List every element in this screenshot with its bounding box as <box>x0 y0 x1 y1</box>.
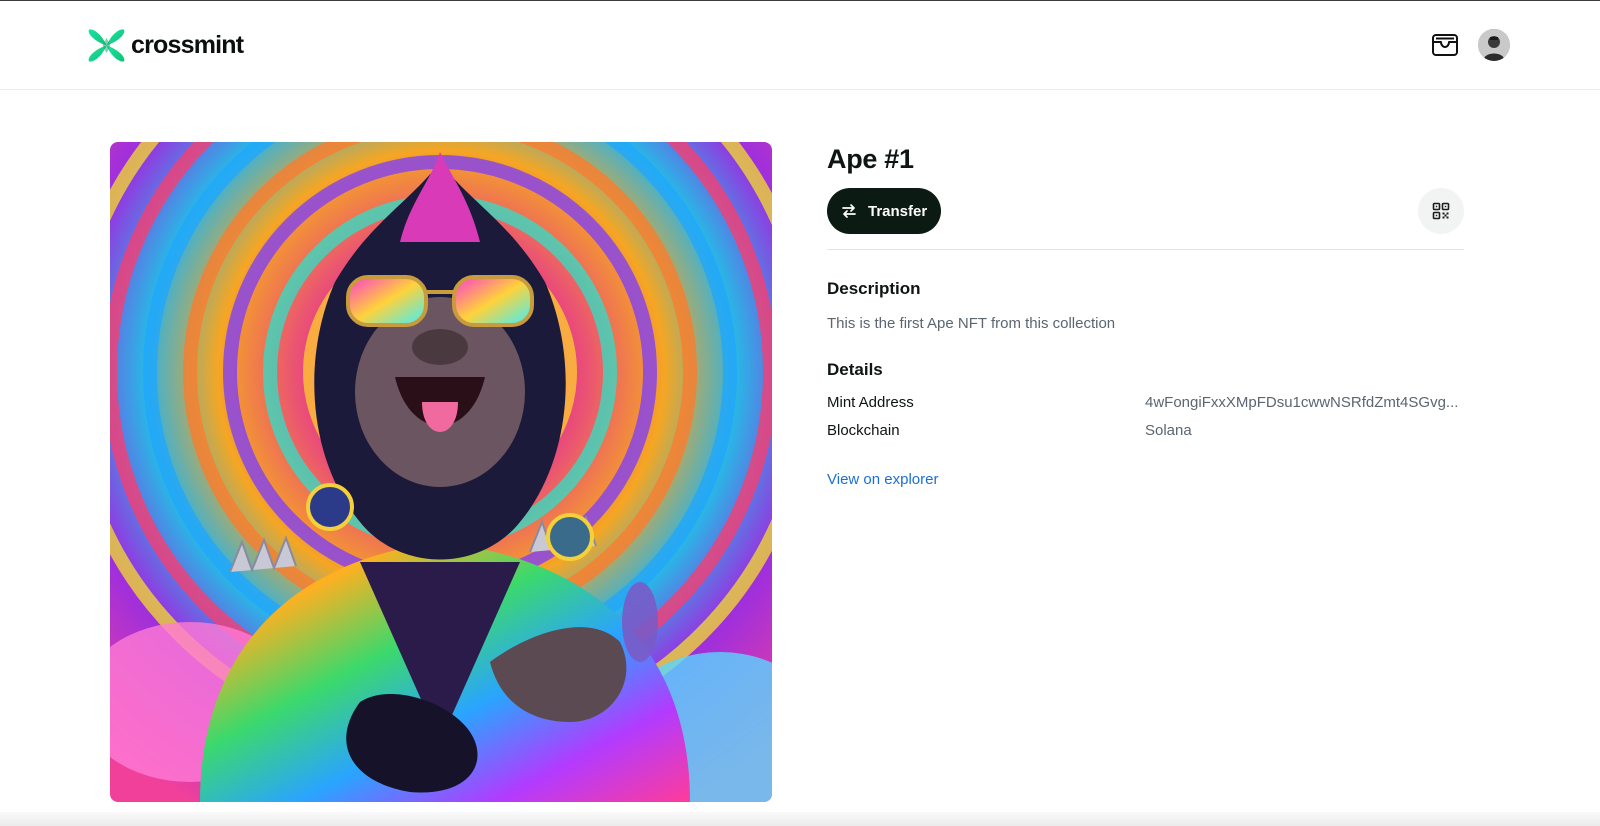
detail-key: Mint Address <box>827 394 914 411</box>
wallet-button[interactable] <box>1430 30 1460 60</box>
details-heading: Details <box>827 360 883 379</box>
detail-value: Solana <box>1145 422 1192 439</box>
wallet-icon <box>1432 34 1458 56</box>
swap-arrows-icon <box>842 204 856 218</box>
view-on-explorer-link[interactable]: View on explorer <box>827 471 938 488</box>
nft-image <box>110 142 772 802</box>
detail-value[interactable]: 4wFongiFxxXMpFDsu1cwwNSRfdZmt4SGvg... <box>1145 394 1458 411</box>
top-navbar: crossmint <box>0 1 1600 90</box>
nft-details-panel: Ape #1 Transfer Description This is the … <box>827 142 1464 489</box>
avatar-image <box>1478 29 1510 61</box>
page-bottom-edge <box>0 812 1600 826</box>
detail-row-blockchain: Blockchain Solana <box>827 422 1464 439</box>
brand-name: crossmint <box>131 31 244 59</box>
qr-code-icon <box>1432 202 1450 220</box>
description-text: This is the first Ape NFT from this coll… <box>827 315 1116 332</box>
detail-key: Blockchain <box>827 422 900 439</box>
description-heading: Description <box>827 279 921 298</box>
ape-artwork <box>110 142 772 802</box>
crossmint-logo-icon <box>88 29 125 62</box>
user-avatar[interactable] <box>1478 29 1510 61</box>
action-bar: Transfer <box>827 188 1464 250</box>
qr-code-button[interactable] <box>1418 188 1464 234</box>
transfer-label: Transfer <box>868 202 928 220</box>
detail-row-mint-address: Mint Address 4wFongiFxxXMpFDsu1cwwNSRfdZ… <box>827 394 1464 411</box>
transfer-button[interactable]: Transfer <box>827 188 942 234</box>
nft-title: Ape #1 <box>827 144 914 174</box>
crossmint-logo[interactable]: crossmint <box>87 26 244 65</box>
